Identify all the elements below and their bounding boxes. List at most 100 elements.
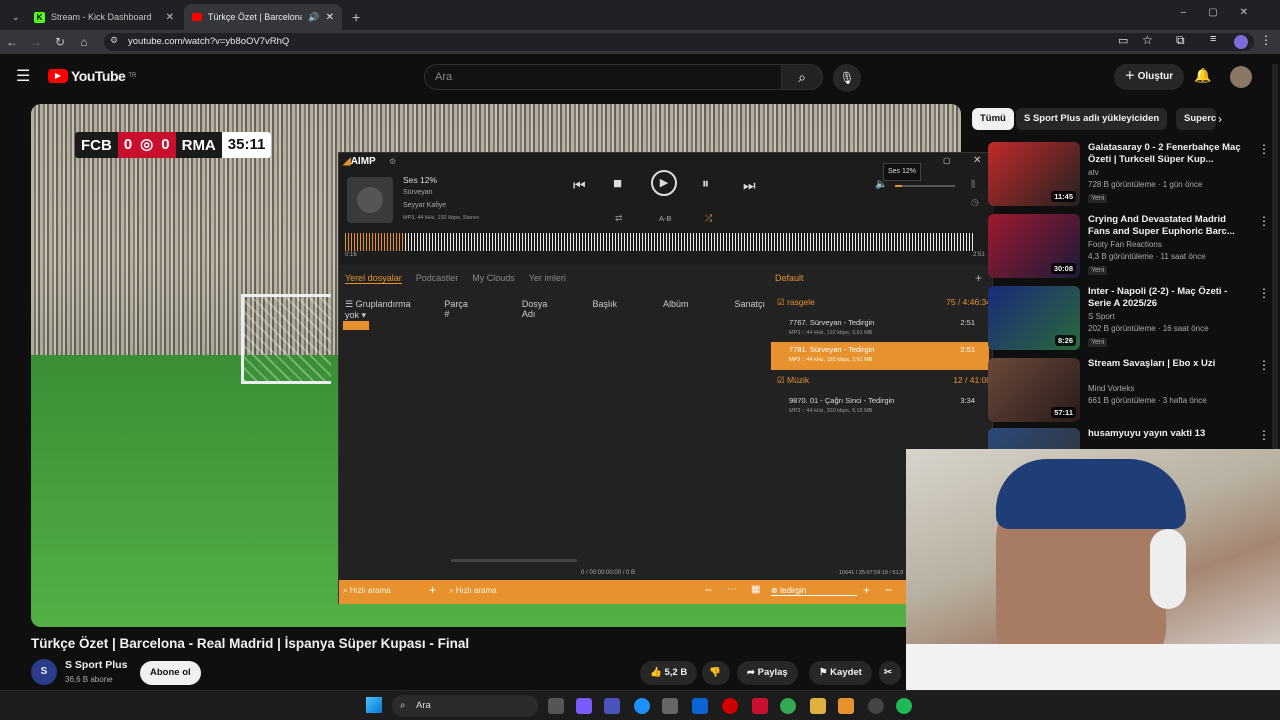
spotify-icon[interactable] xyxy=(896,698,912,714)
tab-list-button[interactable]: ⌄ xyxy=(4,4,26,30)
column-grouping[interactable]: ☰ Gruplandırma yok ▾ xyxy=(345,299,424,321)
more-options-icon[interactable]: ⋮ xyxy=(1258,286,1270,300)
video-title[interactable]: Galatasaray 0 - 2 Fenerbahçe Maç Özeti |… xyxy=(1088,142,1248,166)
video-thumbnail[interactable]: 11:45 xyxy=(988,142,1080,206)
more-options-icon[interactable]: ⋮ xyxy=(1258,142,1270,156)
search-button[interactable]: ⌕ xyxy=(781,64,823,90)
maximize-icon[interactable]: ▢ xyxy=(943,156,951,165)
channel-name[interactable]: Footy Fan Reactions xyxy=(1088,240,1162,249)
related-video[interactable]: 11:45 Galatasaray 0 - 2 Fenerbahçe Maç Ö… xyxy=(988,142,1278,206)
video-title[interactable]: Crying And Devastated Madrid Fans and Su… xyxy=(1088,214,1248,238)
file-explorer-icon[interactable] xyxy=(810,698,826,714)
remove-icon[interactable]: − xyxy=(885,583,892,597)
hamburger-menu-icon[interactable]: ☰ xyxy=(16,66,30,86)
profile-avatar[interactable] xyxy=(1234,35,1248,49)
tab-youtube[interactable]: Türkçe Özet | Barcelona - R 🔊 ✕ xyxy=(184,4,342,30)
related-video[interactable]: 8:26 Inter - Napoli (2-2) - Maç Özeti - … xyxy=(988,286,1278,350)
group-header[interactable]: ☑ Müzik 12 / 41:00 xyxy=(777,375,991,386)
volume-slider[interactable] xyxy=(895,185,955,187)
teams-icon[interactable] xyxy=(604,698,620,714)
forward-icon[interactable]: → xyxy=(24,35,48,49)
volume-icon[interactable]: 🔈 xyxy=(875,179,887,190)
opera-icon[interactable] xyxy=(722,698,738,714)
search-input[interactable]: Ara xyxy=(424,64,782,90)
video-thumbnail[interactable]: 30:08 xyxy=(988,214,1080,278)
channel-name[interactable]: atv xyxy=(1088,168,1099,177)
video-title[interactable]: husamyuyu yayın vakti 13 xyxy=(1088,428,1248,440)
grid-icon[interactable]: ▦ xyxy=(751,584,760,595)
taskbar-search[interactable]: ⌕ Ara xyxy=(392,695,538,717)
playlist-track-selected[interactable]: 7781. Sürveyan - Tedirgin 2:51 MP3 :: 44 k… xyxy=(771,342,989,370)
quick-search-input-2[interactable]: ⌕ Hızlı arama xyxy=(449,586,497,596)
account-avatar[interactable] xyxy=(1230,66,1252,88)
more-options-icon[interactable]: ⋮ xyxy=(1258,214,1270,228)
chip-all[interactable]: Tümü xyxy=(972,108,1014,130)
wps-icon[interactable] xyxy=(752,698,768,714)
ab-repeat-button[interactable]: A-B xyxy=(659,214,672,223)
column-artist[interactable]: Sanatçı xyxy=(734,299,765,321)
channel-avatar[interactable]: S xyxy=(31,659,57,685)
tab-local-files[interactable]: Yerel dosyalar xyxy=(345,273,402,284)
add-icon[interactable]: + xyxy=(863,583,870,597)
column-track-number[interactable]: Parça # xyxy=(444,299,472,321)
tab-podcasts[interactable]: Podcastler xyxy=(416,273,459,284)
video-title[interactable]: Inter - Napoli (2-2) - Maç Özeti - Serie… xyxy=(1088,286,1248,310)
channel-name[interactable]: S Sport Plus xyxy=(65,659,127,671)
menu-icon[interactable]: ⋮ xyxy=(1260,33,1272,47)
voice-search-button[interactable]: 🎙 xyxy=(833,64,861,92)
url-field[interactable]: youtube.com/watch?v=yb8oOV7vRhQ xyxy=(104,33,1254,51)
stop-icon[interactable]: ■ xyxy=(613,175,622,192)
close-icon[interactable]: ✕ xyxy=(166,12,174,23)
previous-icon[interactable]: ⏮ xyxy=(573,177,586,194)
like-button[interactable]: 👍 5,2 B xyxy=(640,661,698,685)
extensions-icon[interactable]: ⧉ xyxy=(1176,33,1185,48)
next-icon[interactable]: ⏭ xyxy=(743,177,756,194)
copilot-icon[interactable] xyxy=(576,698,592,714)
related-video[interactable]: 30:08 Crying And Devastated Madrid Fans … xyxy=(988,214,1278,278)
task-view-icon[interactable] xyxy=(548,698,564,714)
remove-icon[interactable]: − xyxy=(705,583,712,597)
channel-name[interactable]: Mind Vorteks xyxy=(1088,384,1134,393)
playlist-track[interactable]: 7767. Sürveyan - Tedirgin 2:51 MP3 :: 44 k… xyxy=(771,315,989,343)
back-icon[interactable]: ← xyxy=(0,35,24,49)
related-video[interactable]: 57:11 Stream Savaşları | Ebo x Uzi Mind … xyxy=(988,358,1278,422)
subscribe-button[interactable]: Abone ol xyxy=(140,661,201,685)
site-info-icon[interactable]: ⚙ xyxy=(110,35,118,46)
aimp-player-window[interactable]: ◢AIMP ⚙ ▢ ✕ Ses 12% Sürveyan Seyyar Kafi… xyxy=(338,152,994,604)
tab-my-clouds[interactable]: My Clouds xyxy=(472,273,515,284)
video-thumbnail[interactable]: 57:11 xyxy=(988,358,1080,422)
obs-icon[interactable] xyxy=(868,698,884,714)
windows-start-icon[interactable] xyxy=(366,697,382,713)
close-icon[interactable]: ✕ xyxy=(326,12,334,23)
playlist-tab-default[interactable]: Default xyxy=(775,273,804,283)
channel-name[interactable]: S Sport xyxy=(1088,312,1115,321)
media-icon[interactable]: ≡ xyxy=(1210,33,1216,45)
group-header[interactable]: ☑ rasgele 75 / 4:46:34 xyxy=(777,297,991,308)
new-tab-button[interactable]: + xyxy=(344,4,364,30)
speaker-icon[interactable]: 🔊 xyxy=(308,12,319,23)
repeat-icon[interactable]: ⇄ xyxy=(615,213,623,224)
bookmark-star-icon[interactable]: ☆ xyxy=(1142,33,1153,47)
tab-kick-dashboard[interactable]: K Stream - Kick Dashboard ✕ xyxy=(26,4,182,30)
more-options-icon[interactable]: ⋮ xyxy=(1258,358,1270,372)
share-button[interactable]: ➦ Paylaş xyxy=(737,661,798,685)
chip-uploader[interactable]: S Sport Plus adlı yükleyiciden xyxy=(1016,108,1168,130)
chrome-icon[interactable] xyxy=(780,698,796,714)
waveform-seekbar[interactable] xyxy=(345,233,975,251)
video-title[interactable]: Stream Savaşları | Ebo x Uzi xyxy=(1088,358,1248,370)
chip-superco[interactable]: Superco xyxy=(1176,108,1216,130)
cast-icon[interactable]: ▭ xyxy=(1118,34,1128,47)
quick-search-input-1[interactable]: ⌕ Hızlı arama xyxy=(343,586,391,596)
playlist-search-field[interactable]: ⊗ tedirgin xyxy=(771,586,857,596)
more-icon[interactable]: ⋯ xyxy=(727,584,737,595)
reload-icon[interactable]: ↻ xyxy=(48,35,72,49)
video-thumbnail[interactable]: 8:26 xyxy=(988,286,1080,350)
dislike-button[interactable]: 👎 xyxy=(702,661,730,685)
store-icon[interactable] xyxy=(662,698,678,714)
column-album[interactable]: Albüm xyxy=(663,299,689,321)
chevron-right-icon[interactable]: › xyxy=(1218,112,1222,126)
pause-icon[interactable]: ⏸ xyxy=(702,175,709,192)
settings-icon[interactable]: ⚙ xyxy=(389,157,396,166)
window-controls[interactable]: –▢✕ xyxy=(1181,7,1270,18)
add-icon[interactable]: + xyxy=(429,583,436,597)
